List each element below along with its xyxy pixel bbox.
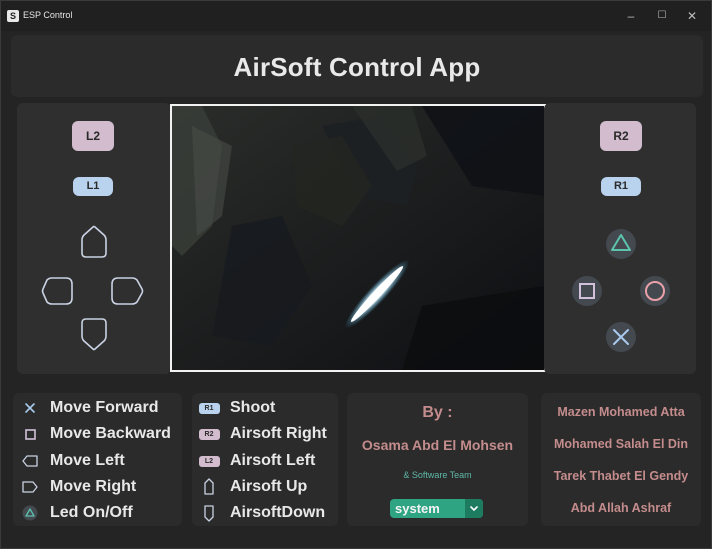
app-window: S ESP Control – ☐ ✕ AirSoft Control App …	[0, 0, 712, 549]
chevron-down-icon[interactable]	[465, 499, 483, 518]
theme-selected-value: system	[395, 501, 440, 516]
header-panel: AirSoft Control App	[11, 35, 703, 97]
l2-chip-icon: L2	[198, 455, 220, 467]
legend-row: L2 Airsoft Left	[192, 450, 315, 472]
legend-row: Led On/Off	[13, 502, 133, 524]
team-member-name: Mohamed Salah El Din	[553, 437, 689, 451]
dpad-up-icon	[198, 478, 220, 496]
legend-label: Move Left	[50, 452, 125, 469]
legend-label: Move Backward	[50, 425, 171, 442]
r1-chip-icon: R1	[198, 402, 220, 414]
maximize-button[interactable]: ☐	[652, 8, 672, 24]
theme-dropdown[interactable]: system	[390, 499, 483, 518]
legend-row: R1 Shoot	[192, 397, 275, 419]
square-icon	[19, 427, 41, 441]
legend-label: Led On/Off	[50, 504, 133, 521]
legend-row: AirsoftDown	[192, 502, 325, 524]
page-title: AirSoft Control App	[233, 52, 481, 82]
right-controller-panel: R2 R1	[544, 103, 696, 374]
dpad	[41, 225, 144, 351]
legend-label: Airsoft Left	[230, 452, 316, 469]
legend-label: Airsoft Right	[230, 425, 327, 442]
minimize-button[interactable]: –	[621, 8, 641, 24]
legend-label: Move Forward	[50, 399, 159, 416]
airsoft-legend-panel: R1 Shoot R2 Airsoft Right L2 Airsoft Lef…	[192, 393, 338, 526]
author-name: Osama Abd El Mohsen	[361, 437, 514, 453]
close-button[interactable]: ✕	[682, 8, 702, 24]
legend-row: Move Backward	[13, 423, 171, 445]
legend-row: Airsoft Up	[192, 476, 307, 498]
legend-label: Shoot	[230, 399, 276, 416]
client-area: AirSoft Control App L2 L1 R2 R1 Move For…	[2, 31, 710, 548]
legend-row: Move Forward	[13, 397, 158, 419]
dpad-left-button[interactable]	[41, 277, 73, 305]
triangle-icon	[19, 505, 41, 521]
dpad-right-icon	[19, 480, 41, 494]
title-bar[interactable]: S ESP Control – ☐ ✕	[1, 1, 711, 31]
by-label: By :	[422, 404, 453, 421]
team-member-name: Tarek Thabet El Gendy	[553, 469, 689, 483]
dpad-down-button[interactable]	[81, 318, 107, 351]
legend-row: Move Left	[13, 450, 125, 472]
team-member-name: Abd Allah Ashraf	[570, 501, 672, 515]
r2-chip-icon: R2	[198, 428, 220, 440]
triangle-button[interactable]	[606, 229, 636, 259]
dpad-up-button[interactable]	[81, 225, 107, 258]
legend-row: R2 Airsoft Right	[192, 423, 327, 445]
dpad-down-icon	[198, 504, 220, 522]
circle-button[interactable]	[640, 276, 670, 306]
legend-label: Move Right	[50, 478, 137, 495]
team-members-panel: Mazen Mohamed Atta Mohamed Salah El Din …	[541, 393, 701, 526]
camera-feed	[170, 104, 546, 372]
app-logo-icon: S	[7, 10, 19, 22]
dpad-right-button[interactable]	[111, 277, 144, 305]
face-buttons	[572, 229, 670, 352]
camera-frame-image	[172, 106, 544, 370]
window-title: ESP Control	[23, 10, 73, 20]
credits-panel: By : Osama Abd El Mohsen & Software Team…	[347, 393, 528, 526]
square-button[interactable]	[572, 276, 602, 306]
left-controller-panel: L2 L1	[17, 103, 171, 374]
cross-button[interactable]	[606, 322, 636, 352]
team-label: & Software Team	[403, 470, 472, 480]
dpad-left-icon	[19, 454, 41, 468]
legend-row: Move Right	[13, 476, 136, 498]
legend-label: AirsoftDown	[230, 504, 326, 521]
legend-label: Airsoft Up	[230, 478, 308, 495]
movement-legend-panel: Move Forward Move Backward Move Left Mov…	[13, 393, 182, 526]
cross-icon	[19, 401, 41, 415]
team-member-name: Mazen Mohamed Atta	[557, 405, 685, 419]
